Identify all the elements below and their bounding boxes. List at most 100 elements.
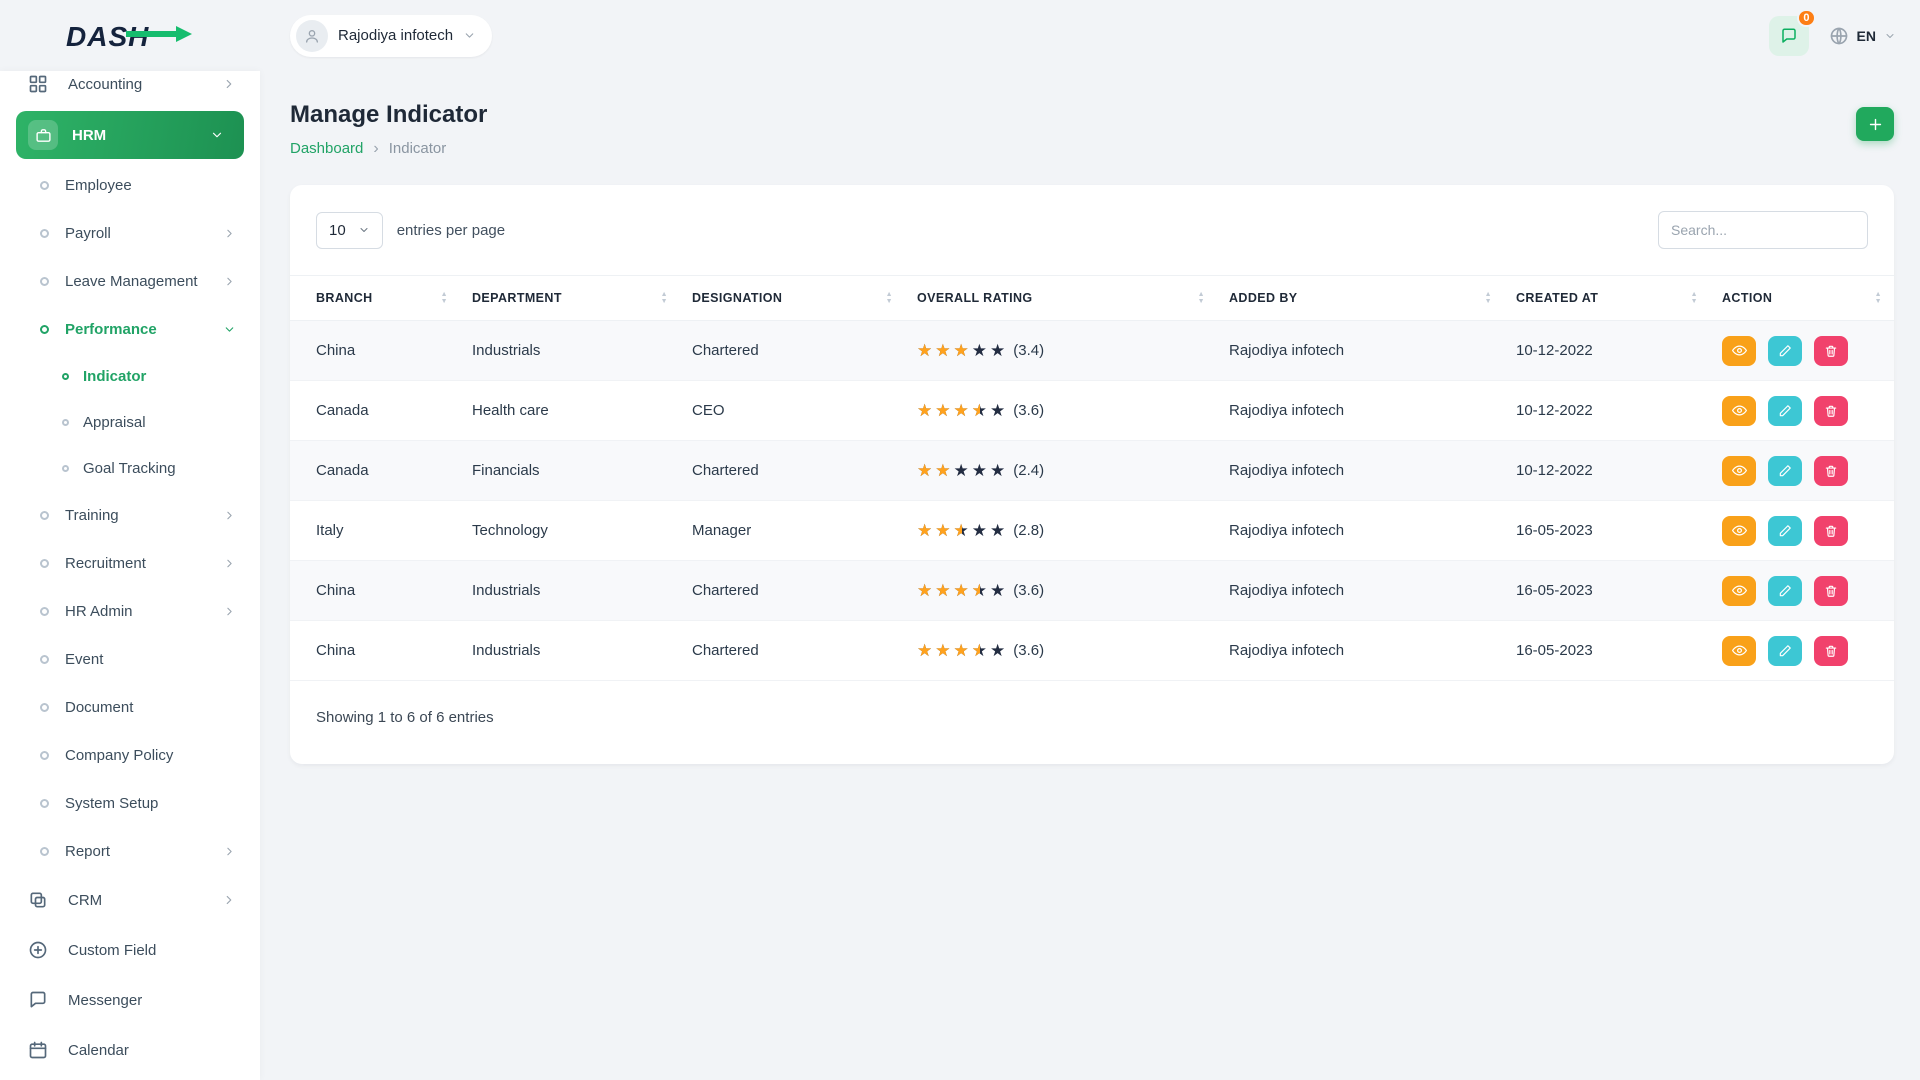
edit-button[interactable] (1768, 576, 1802, 606)
edit-button[interactable] (1768, 336, 1802, 366)
sidebar-item-training[interactable]: Training (16, 491, 244, 539)
cell-branch: Canada (290, 441, 460, 501)
pencil-icon (1778, 404, 1792, 418)
add-indicator-button[interactable] (1856, 107, 1894, 141)
column-header-branch[interactable]: BRANCH▲▼ (290, 276, 460, 321)
sidebar-item-messenger[interactable]: Messenger (16, 975, 244, 1025)
sidebar-item-indicator[interactable]: Indicator (16, 353, 244, 399)
sidebar-item-document[interactable]: Document (16, 683, 244, 731)
bullet-icon (40, 181, 49, 190)
sidebar-item-payroll[interactable]: Payroll (16, 209, 244, 257)
calendar-icon (28, 1040, 52, 1060)
bullet-icon (40, 703, 49, 712)
view-button[interactable] (1722, 456, 1756, 486)
sidebar-item-performance[interactable]: Performance (16, 305, 244, 353)
messages-button[interactable]: 0 (1769, 16, 1809, 56)
star-icon: ★★ (935, 342, 950, 359)
sidebar-item-event[interactable]: Event (16, 635, 244, 683)
sidebar-item-label: Recruitment (65, 555, 146, 572)
cell-added-by: Rajodiya infotech (1217, 441, 1504, 501)
star-icon: ★★ (990, 402, 1005, 419)
sidebar-item-leave-management[interactable]: Leave Management (16, 257, 244, 305)
column-header-designation[interactable]: DESIGNATION▲▼ (680, 276, 905, 321)
pencil-icon (1778, 584, 1792, 598)
sidebar-item-employee[interactable]: Employee (16, 161, 244, 209)
column-header-created-at[interactable]: CREATED AT▲▼ (1504, 276, 1710, 321)
sidebar-item-goal-tracking[interactable]: Goal Tracking (16, 445, 244, 491)
column-label: ADDED BY (1229, 291, 1297, 305)
app-logo[interactable]: DASH (0, 18, 260, 54)
pencil-icon (1778, 524, 1792, 538)
column-header-overall-rating[interactable]: OVERALL RATING▲▼ (905, 276, 1217, 321)
sidebar-item-label: HRM (72, 127, 106, 144)
cell-added-by: Rajodiya infotech (1217, 621, 1504, 681)
delete-button[interactable] (1814, 516, 1848, 546)
view-button[interactable] (1722, 396, 1756, 426)
delete-button[interactable] (1814, 396, 1848, 426)
rating-stars: ★★★★★★★★★★ (917, 642, 1005, 659)
edit-button[interactable] (1768, 516, 1802, 546)
star-icon: ★★ (917, 582, 932, 599)
view-button[interactable] (1722, 336, 1756, 366)
chevron-right-icon (222, 893, 236, 907)
language-selector[interactable]: EN (1829, 26, 1896, 46)
cell-department: Financials (460, 441, 680, 501)
sidebar-item-hrm[interactable]: HRM (16, 111, 244, 159)
sidebar-item-label: Company Policy (65, 747, 173, 764)
rating-stars: ★★★★★★★★★★ (917, 582, 1005, 599)
cell-created-at: 16-05-2023 (1504, 621, 1710, 681)
view-button[interactable] (1722, 636, 1756, 666)
messages-badge: 0 (1797, 9, 1815, 27)
cell-designation: Chartered (680, 441, 905, 501)
company-selector[interactable]: Rajodiya infotech (290, 15, 492, 57)
star-icon: ★★ (935, 522, 950, 539)
page-size-select[interactable]: 10 (316, 212, 383, 249)
sidebar-item-hr-admin[interactable]: HR Admin (16, 587, 244, 635)
column-label: BRANCH (316, 291, 373, 305)
sidebar-item-custom-field[interactable]: Custom Field (16, 925, 244, 975)
indicator-table-card: 10 entries per page BRANCH▲▼ DEPARTMENT▲… (290, 185, 1894, 764)
delete-button[interactable] (1814, 456, 1848, 486)
chevron-right-icon (223, 227, 236, 240)
sidebar-item-label: Document (65, 699, 133, 716)
eye-icon (1732, 343, 1747, 358)
column-header-department[interactable]: DEPARTMENT▲▼ (460, 276, 680, 321)
edit-button[interactable] (1768, 396, 1802, 426)
sidebar-item-report[interactable]: Report (16, 827, 244, 875)
cell-created-at: 10-12-2022 (1504, 321, 1710, 381)
breadcrumb-dashboard-link[interactable]: Dashboard (290, 140, 363, 157)
delete-button[interactable] (1814, 336, 1848, 366)
search-input[interactable] (1658, 211, 1868, 249)
cell-actions (1710, 621, 1894, 681)
delete-button[interactable] (1814, 576, 1848, 606)
star-icon: ★★ (972, 462, 987, 479)
sidebar-item-company-policy[interactable]: Company Policy (16, 731, 244, 779)
column-header-action[interactable]: ACTION▲▼ (1710, 276, 1894, 321)
page-title: Manage Indicator (290, 101, 487, 129)
sidebar-item-accounting[interactable]: Accounting (16, 71, 244, 109)
sidebar-item-label: System Setup (65, 795, 158, 812)
edit-button[interactable] (1768, 456, 1802, 486)
pencil-icon (1778, 644, 1792, 658)
column-header-added-by[interactable]: ADDED BY▲▼ (1217, 276, 1504, 321)
cell-department: Health care (460, 381, 680, 441)
sidebar-item-label: Event (65, 651, 103, 668)
company-avatar (296, 20, 328, 52)
edit-button[interactable] (1768, 636, 1802, 666)
cell-department: Technology (460, 501, 680, 561)
eye-icon (1732, 583, 1747, 598)
view-button[interactable] (1722, 516, 1756, 546)
sidebar-item-calendar[interactable]: Calendar (16, 1025, 244, 1075)
sidebar-item-crm[interactable]: CRM (16, 875, 244, 925)
delete-button[interactable] (1814, 636, 1848, 666)
star-icon: ★★ (954, 642, 969, 659)
bullet-icon (62, 373, 69, 380)
rating-stars: ★★★★★★★★★★ (917, 522, 1005, 539)
custom-field-icon (28, 940, 52, 960)
cell-branch: China (290, 561, 460, 621)
sidebar-item-appraisal[interactable]: Appraisal (16, 399, 244, 445)
sidebar-item-recruitment[interactable]: Recruitment (16, 539, 244, 587)
bullet-icon (40, 277, 49, 286)
view-button[interactable] (1722, 576, 1756, 606)
sidebar-item-system-setup[interactable]: System Setup (16, 779, 244, 827)
